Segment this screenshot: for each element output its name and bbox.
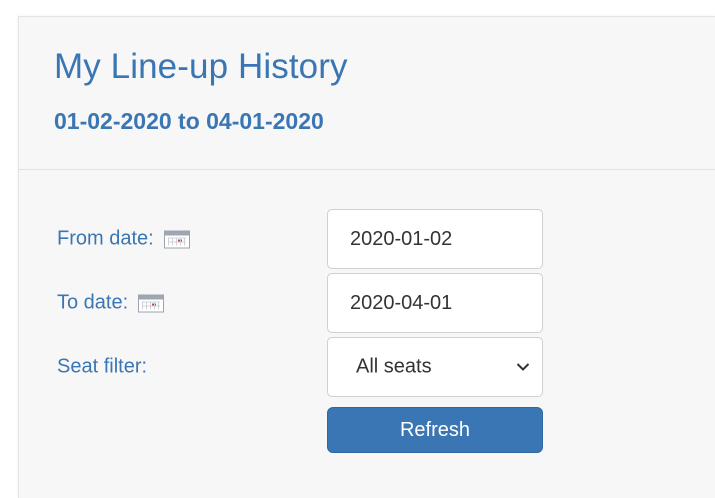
- page-header: My Line-up History 01-02-2020 to 04-01-2…: [19, 17, 715, 170]
- from-date-label: From date:: [57, 227, 154, 250]
- page-title: My Line-up History: [54, 47, 348, 86]
- to-date-label: To date:: [57, 291, 129, 314]
- calendar-marker: [152, 303, 157, 306]
- chevron-down-icon: [516, 363, 530, 371]
- from-date-calendar-icon[interactable]: [163, 230, 190, 248]
- seat-filter-label: Seat filter:: [57, 355, 148, 378]
- to-date-label-group: To date:: [57, 291, 165, 315]
- refresh-button[interactable]: Refresh: [327, 407, 543, 453]
- from-date-input[interactable]: [327, 209, 543, 269]
- seat-filter-row: Seat filter: All seats: [19, 337, 715, 397]
- to-date-row: To date:: [19, 273, 715, 333]
- seat-filter-select[interactable]: All seats: [327, 337, 543, 397]
- date-range-subtitle: 01-02-2020 to 04-01-2020: [54, 108, 324, 134]
- calendar-marker: [177, 239, 182, 242]
- from-date-label-group: From date:: [57, 228, 190, 251]
- from-date-row: From date:: [19, 209, 715, 269]
- lineup-history-panel: My Line-up History 01-02-2020 to 04-01-2…: [18, 16, 715, 498]
- to-date-calendar-icon[interactable]: [138, 294, 165, 312]
- seat-filter-selected-value: All seats: [356, 355, 432, 378]
- seat-filter-label-group: Seat filter:: [57, 356, 147, 379]
- to-date-input[interactable]: [327, 273, 543, 333]
